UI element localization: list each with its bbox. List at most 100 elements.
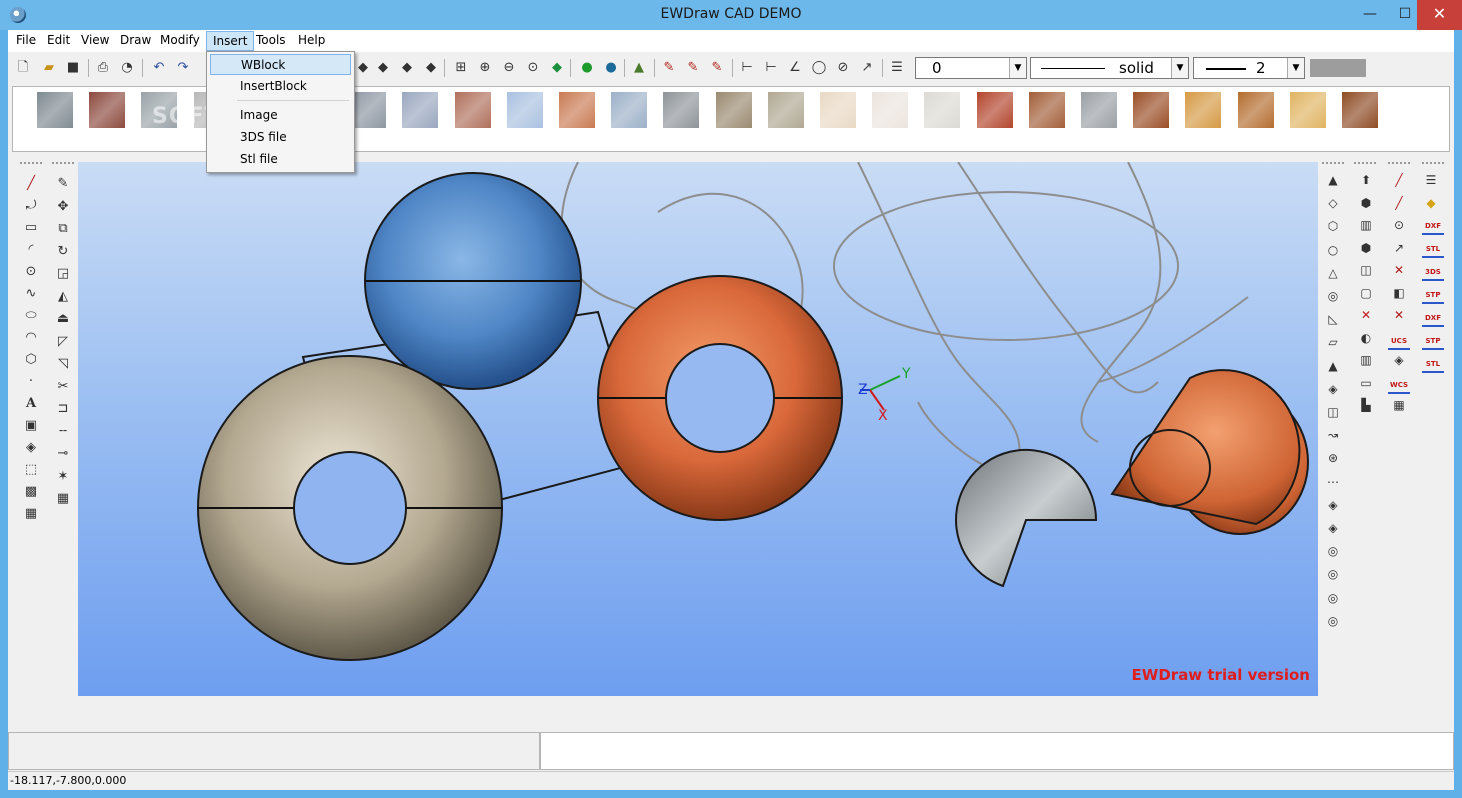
modeling-tool-icon[interactable]: ◐ (1357, 329, 1375, 347)
chevron-down-icon[interactable]: ▼ (1287, 58, 1304, 78)
material-swatch[interactable] (89, 92, 126, 128)
solid-tool-icon[interactable]: ◎ (1324, 287, 1342, 305)
layers-icon[interactable]: ☰ (888, 59, 906, 77)
export-stl-button[interactable]: STL (1422, 355, 1444, 373)
material-swatch[interactable] (976, 92, 1013, 128)
edit-tool-icon[interactable]: ╱ (1390, 171, 1408, 189)
modeling-tool-icon[interactable]: ▭ (1357, 374, 1375, 392)
command-input[interactable] (540, 732, 1454, 770)
zoom-in-icon[interactable]: ⊕ (476, 59, 494, 77)
material-swatch[interactable] (402, 92, 439, 128)
shade-icon[interactable]: ◆ (398, 59, 416, 77)
solid-tool-icon[interactable]: ○ (1324, 241, 1342, 259)
lineweight-select[interactable]: 2 ▼ (1193, 57, 1305, 79)
polyline-icon[interactable]: ⤾ (22, 197, 40, 215)
blue-sphere[interactable] (364, 172, 582, 390)
export-3ds-button[interactable]: 3DS (1422, 263, 1444, 281)
orange-torus[interactable] (597, 275, 843, 521)
zoom-extents-icon[interactable]: ⊙ (524, 59, 542, 77)
solid-tool-icon[interactable]: ◫ (1324, 403, 1342, 421)
stone-torus[interactable] (197, 355, 503, 661)
material-swatch[interactable] (559, 92, 595, 128)
menu-view[interactable]: View (75, 31, 115, 51)
drawing-viewport[interactable]: Y X Z EWDraw trial version (78, 162, 1318, 696)
move-icon[interactable]: ✥ (54, 198, 72, 216)
insert-block-icon[interactable]: ⬚ (22, 461, 40, 479)
rectangle-icon[interactable]: ▭ (22, 219, 40, 237)
scale-icon[interactable]: ◲ (54, 265, 72, 283)
modeling-tool-icon[interactable]: ▥ (1357, 351, 1375, 369)
edit-tool-icon[interactable]: ▦ (1390, 396, 1408, 414)
stretch-icon[interactable]: ⏏ (54, 310, 72, 328)
edit-tool-icon[interactable]: ⊙ (1390, 216, 1408, 234)
ucs-label[interactable]: UCS (1388, 332, 1410, 350)
pan-icon[interactable]: ◆ (548, 59, 566, 77)
material-swatch[interactable] (872, 92, 909, 128)
solid-tool-icon[interactable]: ⋯ (1324, 473, 1342, 491)
material-swatch[interactable] (1342, 92, 1378, 128)
layer-manager-icon[interactable]: ▲ (630, 59, 648, 77)
minimize-button[interactable]: — (1350, 0, 1390, 30)
edit-tool-icon[interactable]: ◧ (1390, 284, 1408, 302)
menu-item-image[interactable]: Image (210, 105, 351, 126)
solid-tool-icon[interactable]: ◎ (1324, 612, 1342, 630)
export-dxf-button[interactable]: DXF (1422, 217, 1444, 235)
material-icon[interactable]: ◆ (1422, 194, 1440, 212)
export-stl-button[interactable]: STL (1422, 240, 1444, 258)
snap-midpoint-icon[interactable]: ✎ (684, 59, 702, 77)
break-icon[interactable]: ╌ (54, 423, 72, 441)
line-icon[interactable]: ╱ (22, 175, 40, 193)
menu-item-wblock[interactable]: WBlock (210, 54, 351, 75)
new-icon[interactable]: 🗋 (14, 59, 32, 77)
dimension-leader-icon[interactable]: ↗ (858, 59, 876, 77)
material-swatch[interactable] (37, 92, 73, 128)
material-swatch[interactable] (820, 92, 856, 128)
material-swatch[interactable] (663, 92, 700, 128)
print-preview-icon[interactable]: ◔ (118, 59, 136, 77)
shade-icon[interactable]: ◆ (374, 59, 392, 77)
arc-icon[interactable]: ◜ (22, 241, 40, 259)
solid-tool-icon[interactable]: ⊛ (1324, 449, 1342, 467)
metal-pie-sector[interactable] (955, 448, 1098, 588)
layer-select[interactable]: 0 ▼ (915, 57, 1027, 79)
export-stp-button[interactable]: STP (1422, 286, 1444, 304)
color-swatch[interactable] (1310, 59, 1366, 77)
circle-icon[interactable]: ⊙ (22, 263, 40, 281)
solid-tool-icon[interactable]: ◇ (1324, 194, 1342, 212)
ellipse-arc-icon[interactable]: ◠ (22, 329, 40, 347)
mirror-icon[interactable]: ◭ (54, 288, 72, 306)
menu-item-insertblock[interactable]: InsertBlock (210, 76, 351, 97)
orange-cone[interactable] (1110, 369, 1309, 535)
toolbar-grip[interactable] (1422, 162, 1444, 164)
close-button[interactable]: ✕ (1417, 0, 1462, 30)
spline-icon[interactable]: ∿ (22, 285, 40, 303)
solid-tool-icon[interactable]: ▲ (1324, 357, 1342, 375)
edit-tool-icon[interactable]: ↗ (1390, 239, 1408, 257)
material-swatch[interactable] (1081, 92, 1117, 128)
material-swatch[interactable] (1289, 92, 1326, 128)
solid-tool-icon[interactable]: ↝ (1324, 426, 1342, 444)
modeling-tool-icon[interactable]: ✕ (1357, 306, 1375, 324)
export-dxf-button[interactable]: DXF (1422, 309, 1444, 327)
export-stp-button[interactable]: STP (1422, 332, 1444, 350)
modeling-tool-icon[interactable]: ▢ (1357, 284, 1375, 302)
array-icon[interactable]: ▦ (54, 490, 72, 508)
snap-intersection-icon[interactable]: ✎ (708, 59, 726, 77)
hatch-icon[interactable]: ▩ (22, 483, 40, 501)
menu-insert[interactable]: Insert (206, 31, 255, 51)
edit-tool-icon[interactable]: ✕ (1390, 306, 1408, 324)
rotate-icon[interactable]: ↻ (54, 243, 72, 261)
undo-icon[interactable]: ↶ (150, 59, 168, 77)
material-swatch[interactable] (506, 92, 543, 128)
toolbar-grip[interactable] (1354, 162, 1376, 164)
solid-tool-icon[interactable]: △ (1324, 264, 1342, 282)
material-swatch[interactable] (1237, 92, 1274, 128)
menu-file[interactable]: File (10, 31, 42, 51)
ellipse-icon[interactable]: ⬭ (22, 307, 40, 325)
point-icon[interactable]: · (22, 373, 40, 391)
edit-tool-icon[interactable]: ╱ (1390, 194, 1408, 212)
snap-endpoint-icon[interactable]: ✎ (660, 59, 678, 77)
solid-tool-icon[interactable]: ▱ (1324, 333, 1342, 351)
dimension-linear-icon[interactable]: ⊢ (738, 59, 756, 77)
explode-icon[interactable]: ✶ (54, 468, 72, 486)
